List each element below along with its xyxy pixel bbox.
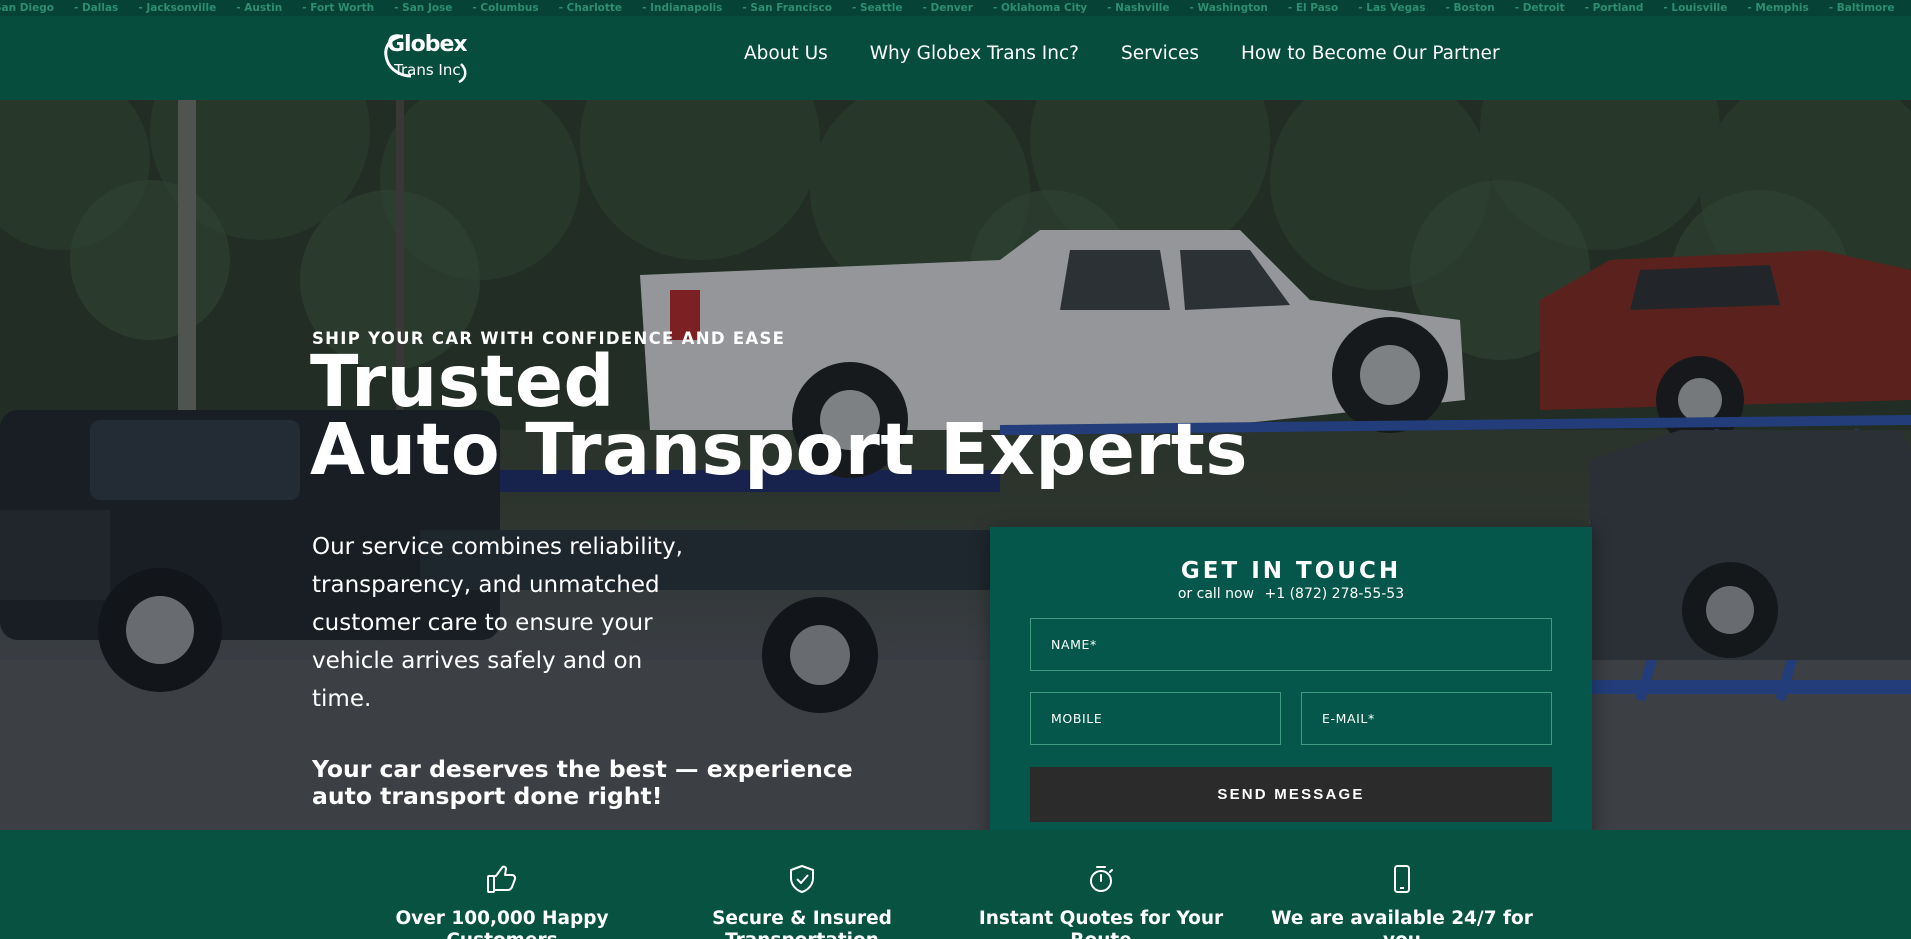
ticker-city: - El Paso — [1287, 2, 1339, 14]
ticker-city: - Nashville — [1107, 2, 1170, 14]
feature-title: Instant Quotes for Your Route — [978, 908, 1224, 939]
nav-become-partner[interactable]: How to Become Our Partner — [1241, 43, 1500, 64]
stopwatch-icon — [951, 864, 1251, 894]
ticker-city: - Washington — [1189, 2, 1268, 14]
features-band: Over 100,000 Happy Customers Secure & In… — [0, 830, 1911, 939]
ticker-city: - Portland — [1584, 2, 1644, 14]
ticker-city: - Dallas — [73, 2, 119, 14]
feature-title: We are available 24/7 for you — [1271, 908, 1533, 939]
site-header: Globex Trans Inc About Us Why Globex Tra… — [0, 16, 1911, 100]
ticker-city: - Baltimore — [1828, 2, 1895, 14]
call-now-label: or call now — [1177, 586, 1255, 602]
hero-headline-line1: Trusted — [310, 340, 615, 423]
smartphone-icon — [1252, 864, 1552, 894]
ticker-city: - San Francisco — [742, 2, 832, 14]
globex-logo[interactable]: Globex Trans Inc — [381, 30, 477, 86]
ticker-city: - Seattle — [851, 2, 903, 14]
send-message-button[interactable]: SEND MESSAGE — [1030, 767, 1552, 822]
ticker-city: - Louisville — [1663, 2, 1728, 14]
email-field[interactable]: E-MAIL* — [1301, 692, 1552, 745]
hero-lead-text: Our service combines reliability, transp… — [312, 534, 683, 712]
ticker-city: - Jacksonville — [138, 2, 217, 14]
ticker-city: San Diego — [0, 2, 54, 14]
city-ticker-track: San Diego - Dallas - Jacksonville - Austin -… — [0, 2, 1911, 14]
shield-check-icon — [652, 864, 952, 894]
main-nav: About Us Why Globex Trans Inc? Services … — [744, 43, 1500, 64]
hero-headline-line2: Auto Transport Experts — [310, 408, 1249, 491]
logo-wordmark: Globex — [387, 32, 468, 57]
ticker-city: - Denver — [922, 2, 973, 14]
ticker-city: - Memphis — [1747, 2, 1809, 14]
name-field[interactable]: NAME* — [1030, 618, 1552, 671]
thumbs-up-icon — [352, 864, 652, 894]
hero-tagline: Your car deserves the best — experience … — [312, 755, 853, 810]
feature-title: Over 100,000 Happy Customers — [395, 908, 609, 939]
city-ticker: San Diego - Dallas - Jacksonville - Austin -… — [0, 0, 1911, 16]
nav-services[interactable]: Services — [1121, 43, 1199, 64]
ticker-city: - Austin — [236, 2, 283, 14]
ticker-city: - Oklahoma City — [992, 2, 1088, 14]
ticker-city: - Charlotte — [558, 2, 623, 14]
feature-title: Secure & Insured Transportation — [712, 908, 892, 939]
logo-subtitle: Trans Inc — [394, 61, 461, 79]
contact-form-title: GET IN TOUCH — [1180, 558, 1402, 584]
ticker-city: - Fort Worth — [302, 2, 375, 14]
mobile-field[interactable]: MOBILE — [1030, 692, 1281, 745]
phone-number-link[interactable]: +1 (872) 278-55-53 — [1264, 586, 1404, 602]
ticker-city: - Boston — [1445, 2, 1495, 14]
ticker-city: - Detroit — [1514, 2, 1565, 14]
ticker-city: - Columbus — [472, 2, 539, 14]
hero-section: SHIP YOUR CAR WITH CONFIDENCE AND EASE T… — [0, 100, 1911, 830]
nav-about-us[interactable]: About Us — [744, 43, 828, 64]
ticker-city: - Las Vegas — [1358, 2, 1426, 14]
ticker-city: - Indianapolis — [642, 2, 723, 14]
contact-call-line: or call now +1 (872) 278-55-53 — [990, 586, 1592, 602]
hero-headline: Trusted Auto Transport Experts — [310, 340, 1249, 491]
nav-why-globex[interactable]: Why Globex Trans Inc? — [870, 43, 1079, 64]
contact-form-card: GET IN TOUCH or call now +1 (872) 278-55… — [990, 527, 1592, 830]
ticker-city: - San Jose — [394, 2, 453, 14]
